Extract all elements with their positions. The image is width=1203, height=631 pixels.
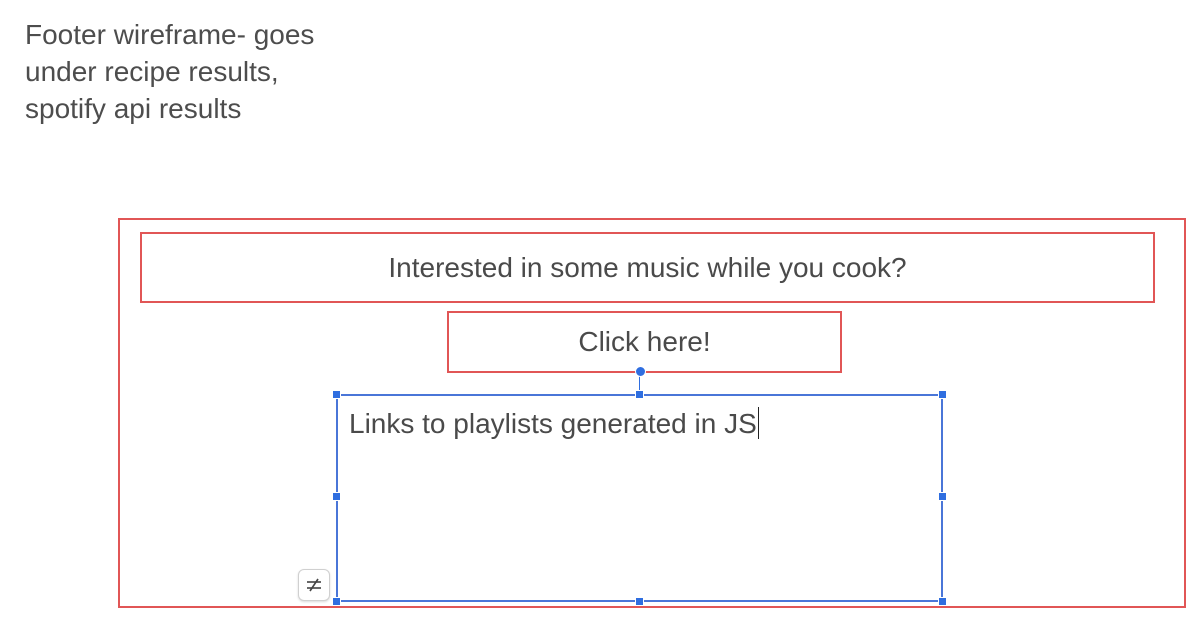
wireframe-note: Footer wireframe- goes under recipe resu… bbox=[25, 16, 314, 127]
footer-headline-box[interactable]: Interested in some music while you cook? bbox=[140, 232, 1155, 303]
footer-headline: Interested in some music while you cook? bbox=[388, 251, 907, 283]
resize-handle-top[interactable] bbox=[635, 390, 644, 399]
note-line-2: under recipe results, bbox=[25, 56, 279, 87]
resize-handle-top-right[interactable] bbox=[938, 390, 947, 399]
resize-handle-left[interactable] bbox=[332, 492, 341, 501]
note-line-3: spotify api results bbox=[25, 93, 242, 124]
text-caret bbox=[757, 407, 760, 439]
note-line-1: Footer wireframe- goes bbox=[25, 19, 315, 50]
resize-handle-bottom[interactable] bbox=[635, 597, 644, 606]
resize-handle-right[interactable] bbox=[938, 492, 947, 501]
text-wrap-toggle-button[interactable] bbox=[298, 569, 330, 601]
strikethrough-wrap-icon bbox=[307, 578, 321, 592]
rotation-handle[interactable] bbox=[635, 366, 646, 377]
resize-handle-top-left[interactable] bbox=[332, 390, 341, 399]
resize-handle-bottom-right[interactable] bbox=[938, 597, 947, 606]
playlist-text[interactable]: Links to playlists generated in JS bbox=[349, 407, 760, 440]
click-here-button[interactable]: Click here! bbox=[447, 311, 842, 373]
resize-handle-bottom-left[interactable] bbox=[332, 597, 341, 606]
click-here-label: Click here! bbox=[578, 326, 711, 357]
